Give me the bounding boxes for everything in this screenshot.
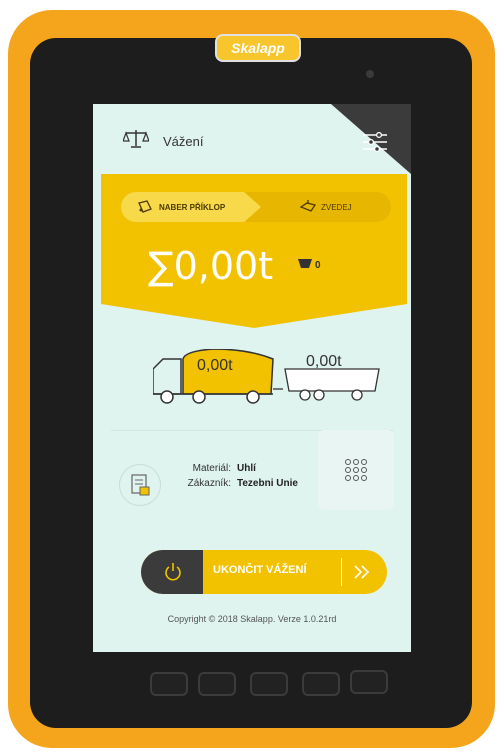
double-chevron-right-icon (354, 565, 370, 579)
finish-label: UKONČIT VÁŽENÍ (213, 564, 307, 576)
brand-logo-text: Skalapp (231, 40, 285, 56)
step2-label: ZVEDEJ (321, 203, 352, 212)
power-button[interactable] (141, 550, 203, 594)
camera-icon (366, 70, 374, 78)
power-icon (165, 563, 181, 581)
grid-icon (345, 459, 367, 481)
truck-weight: 0,00t (197, 357, 233, 374)
copyright-text: Copyright © 2018 Skalapp. Verze 1.0.21rd (167, 614, 337, 624)
vehicle-diagram: 0,00t 0,00t (152, 348, 383, 414)
scale-icon (123, 130, 149, 148)
step1-label: NABER PŘÍKLOP (159, 203, 226, 212)
hardware-button-2[interactable] (198, 672, 236, 696)
lift-icon (299, 200, 317, 212)
bucket-count: 0 (315, 260, 321, 271)
app-screen: Vážení NABER PŘÍKLOP ZVEDEJ ∑0,00t 0 0,0… (93, 104, 411, 652)
summary-panel-arrow (101, 304, 407, 328)
finish-divider (341, 558, 342, 586)
hardware-button-5[interactable] (350, 670, 388, 694)
total-weight: ∑0,00t (148, 244, 274, 288)
total-weight-value: 0,00t (173, 244, 274, 288)
customer-value: Tezebni Unie (237, 478, 298, 489)
customer-label: Zákazník: (187, 478, 231, 489)
hardware-button-3[interactable] (250, 672, 288, 696)
keypad-button[interactable] (318, 430, 394, 510)
settings-sliders-icon[interactable] (363, 132, 387, 152)
truck-trailer-icon (152, 348, 380, 404)
hardware-button-4[interactable] (302, 672, 340, 696)
app-header: Vážení (93, 104, 411, 174)
page-title: Vážení (163, 134, 204, 149)
hardware-button-1[interactable] (150, 672, 188, 696)
bucket-load-icon (138, 200, 152, 213)
material-label: Materiál: (192, 463, 231, 474)
material-value: Uhlí (237, 463, 256, 474)
material-info-icon (119, 464, 161, 506)
brand-logo: Skalapp (215, 34, 301, 62)
finish-weighing-button[interactable]: UKONČIT VÁŽENÍ (141, 550, 387, 594)
bucket-icon (298, 259, 312, 268)
trailer-weight: 0,00t (306, 353, 342, 370)
